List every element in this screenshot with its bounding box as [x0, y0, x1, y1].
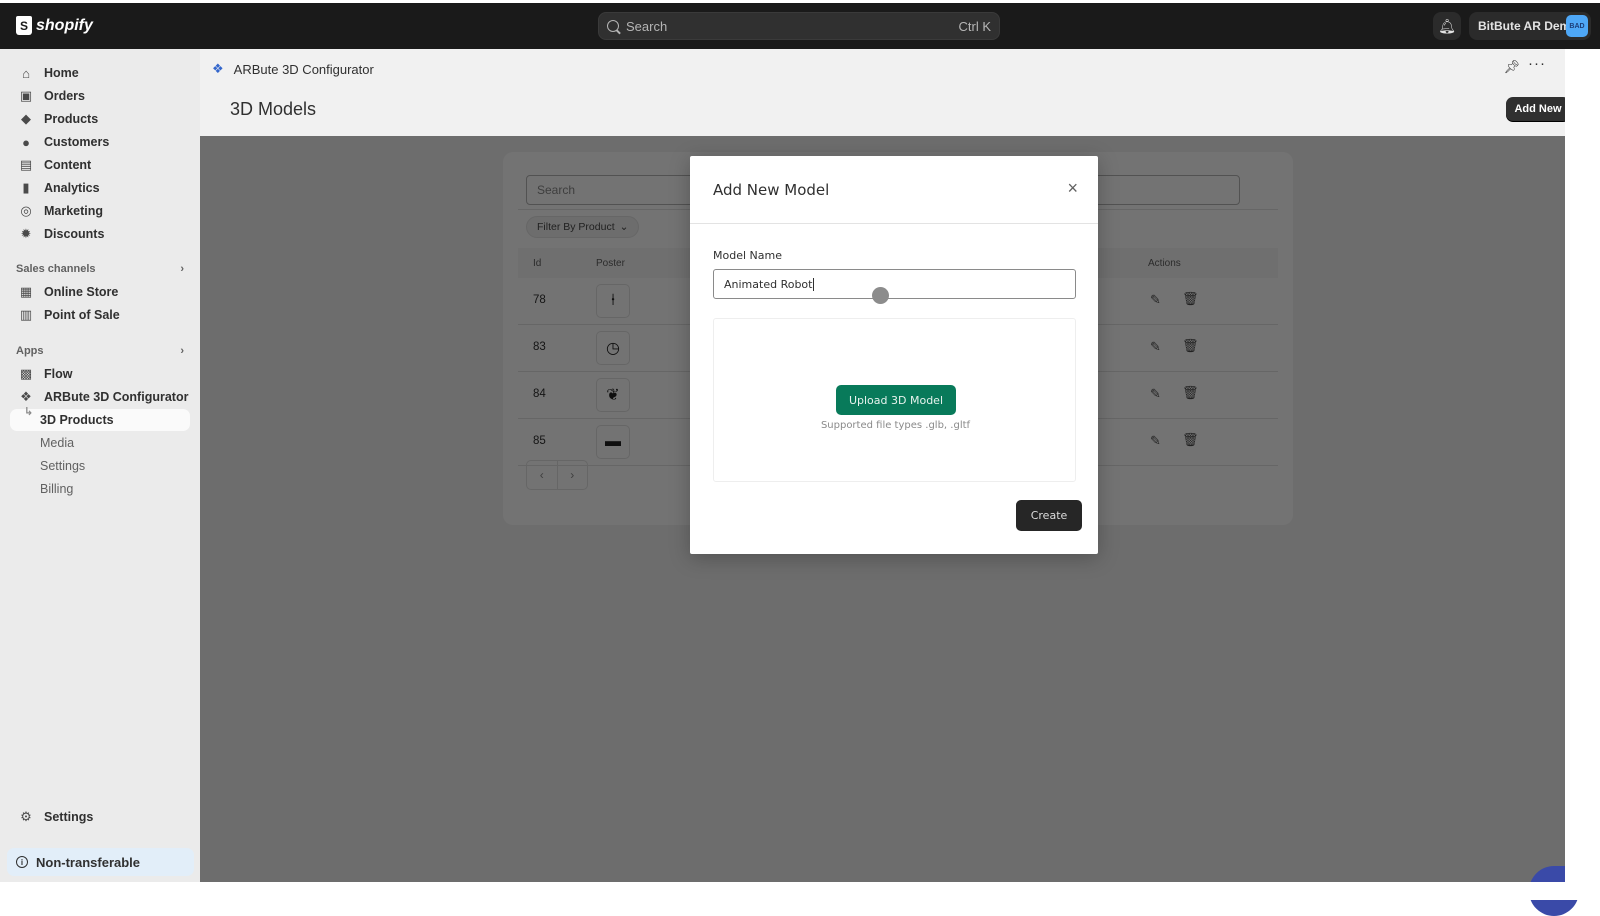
pin-icon[interactable]: 📌︎	[1503, 59, 1520, 75]
text-caret	[813, 277, 815, 291]
sidebar-item-billing[interactable]: Billing	[10, 478, 190, 500]
app-icon: ❖	[212, 61, 224, 76]
sidebar: ⌂ Home ▣ Orders ◆ Products ● Customers ▤ Cont…	[0, 49, 200, 900]
gear-icon: ⚙	[20, 809, 32, 824]
section-label: Sales channels	[16, 263, 96, 275]
home-icon: ⌂	[22, 65, 30, 81]
sidebar-item-label: Content	[44, 158, 92, 172]
sidebar-item-label: Settings	[40, 459, 86, 473]
dialog-title: Add New Model	[713, 181, 830, 199]
search-shortcut: Ctrl K	[958, 18, 992, 34]
search-placeholder: Search	[626, 18, 668, 34]
page-title: 3D Models	[230, 99, 317, 119]
window-edge	[0, 882, 1600, 900]
model-name-value: Animated Robot	[724, 277, 813, 291]
sidebar-item-label: 3D Products	[40, 413, 114, 427]
sidebar-item-products[interactable]: ◆ Products	[10, 108, 190, 130]
sidebar-item-label: Marketing	[44, 204, 104, 218]
window-edge	[1565, 49, 1600, 900]
section-label: Apps	[16, 345, 44, 357]
apps-header[interactable]: Apps ›	[16, 345, 184, 357]
sidebar-item-flow[interactable]: ▩ Flow	[10, 363, 190, 385]
bar-chart-icon: ▮	[22, 180, 30, 195]
info-icon: i	[16, 856, 28, 868]
bell-icon: 🔔︎	[1438, 17, 1456, 34]
app-icon: ❖	[20, 389, 32, 404]
brand-name: shopify	[36, 16, 93, 34]
app-name: ARBute 3D Configurator	[233, 61, 374, 77]
sidebar-item-arbute[interactable]: ❖ ARBute 3D Configurator	[10, 386, 190, 408]
sidebar-item-3d-products[interactable]: ↳ 3D Products	[10, 406, 190, 431]
sidebar-item-label: Products	[44, 112, 99, 126]
global-search[interactable]: Search Ctrl K	[598, 12, 1000, 40]
model-name-label: Model Name	[713, 249, 782, 262]
sidebar-item-label: ARBute 3D Configurator	[44, 390, 189, 404]
top-bar: S shopify Search Ctrl K 🔔︎ BitBute AR De…	[0, 3, 1600, 49]
notifications-button[interactable]: 🔔︎	[1433, 12, 1461, 40]
discount-icon: ✹	[20, 226, 32, 241]
pos-icon: ▥	[19, 307, 33, 322]
tag-icon: ◆	[21, 111, 31, 126]
subitem-arrow-icon: ↳	[24, 406, 34, 418]
sales-channels-header[interactable]: Sales channels ›	[16, 263, 184, 275]
sidebar-item-marketing[interactable]: ◎ Marketing	[10, 200, 190, 222]
mouse-cursor-indicator	[872, 287, 889, 304]
model-name-input[interactable]: Animated Robot	[713, 269, 1076, 299]
search-icon	[607, 20, 619, 32]
add-new-model-dialog: Add New Model × Model Name Animated Robo…	[690, 156, 1098, 554]
sidebar-item-label: Flow	[44, 367, 73, 381]
divider	[690, 223, 1098, 224]
sidebar-item-label: Media	[40, 436, 75, 450]
store-name: BitBute AR Demo	[1478, 19, 1578, 33]
sidebar-item-label: Billing	[40, 482, 74, 496]
main-area: ❖ ARBute 3D Configurator 📌︎ ··· 3D Model…	[200, 49, 1600, 916]
inbox-icon: ▣	[19, 88, 33, 103]
sidebar-item-media[interactable]: Media	[10, 432, 190, 454]
create-button[interactable]: Create	[1016, 500, 1082, 531]
store-icon: ▦	[19, 284, 33, 299]
person-icon: ●	[22, 134, 30, 150]
non-transferable-badge[interactable]: i Non-transferable	[7, 848, 194, 876]
sidebar-item-label: Online Store	[44, 285, 119, 299]
sidebar-item-label: Orders	[44, 89, 85, 103]
add-new-button[interactable]: Add New	[1506, 97, 1570, 121]
shopify-logo[interactable]: S shopify	[16, 16, 93, 35]
sidebar-item-orders[interactable]: ▣ Orders	[10, 85, 190, 107]
app-title-bar: ❖ ARBute 3D Configurator	[200, 49, 1600, 89]
store-menu-button[interactable]: BitBute AR Demo BAD	[1469, 12, 1591, 40]
sidebar-item-label: Home	[44, 66, 79, 80]
sidebar-item-label: Analytics	[44, 181, 100, 195]
image-icon: ▤	[19, 157, 33, 172]
content-area: Search Filter By Product⌄ Id Poster Acti…	[200, 136, 1600, 916]
sidebar-item-settings[interactable]: ⚙ Settings	[10, 806, 190, 828]
sidebar-item-label: Discounts	[44, 227, 105, 241]
close-icon[interactable]: ×	[1067, 178, 1078, 199]
flow-icon: ▩	[19, 366, 33, 381]
store-avatar: BAD	[1566, 15, 1588, 37]
target-icon: ◎	[20, 203, 32, 218]
sidebar-item-online-store[interactable]: ▦ Online Store	[10, 281, 190, 303]
upload-3d-model-button[interactable]: Upload 3D Model	[836, 385, 956, 415]
sidebar-item-home[interactable]: ⌂ Home	[10, 62, 190, 84]
chevron-right-icon: ›	[180, 345, 184, 357]
app-frame: S shopify Search Ctrl K 🔔︎ BitBute AR De…	[0, 0, 1600, 916]
sidebar-item-content[interactable]: ▤ Content	[10, 154, 190, 176]
supported-file-types-hint: Supported file types .glb, .gltf	[820, 420, 971, 431]
sidebar-item-discounts[interactable]: ✹ Discounts	[10, 223, 190, 245]
more-options-icon[interactable]: ···	[1528, 55, 1546, 72]
sidebar-item-app-settings[interactable]: Settings	[10, 455, 190, 477]
sidebar-item-label: Settings	[44, 810, 94, 824]
sidebar-item-point-of-sale[interactable]: ▥ Point of Sale	[10, 304, 190, 326]
chevron-right-icon: ›	[180, 263, 184, 275]
sidebar-item-analytics[interactable]: ▮ Analytics	[10, 177, 190, 199]
upload-dropzone[interactable]: Upload 3D Model Supported file types .gl…	[713, 318, 1076, 482]
badge-label: Non-transferable	[36, 854, 141, 870]
shopify-bag-icon: S	[16, 16, 32, 35]
sidebar-item-label: Point of Sale	[44, 308, 120, 322]
sidebar-item-label: Customers	[44, 135, 110, 149]
sidebar-item-customers[interactable]: ● Customers	[10, 131, 190, 153]
